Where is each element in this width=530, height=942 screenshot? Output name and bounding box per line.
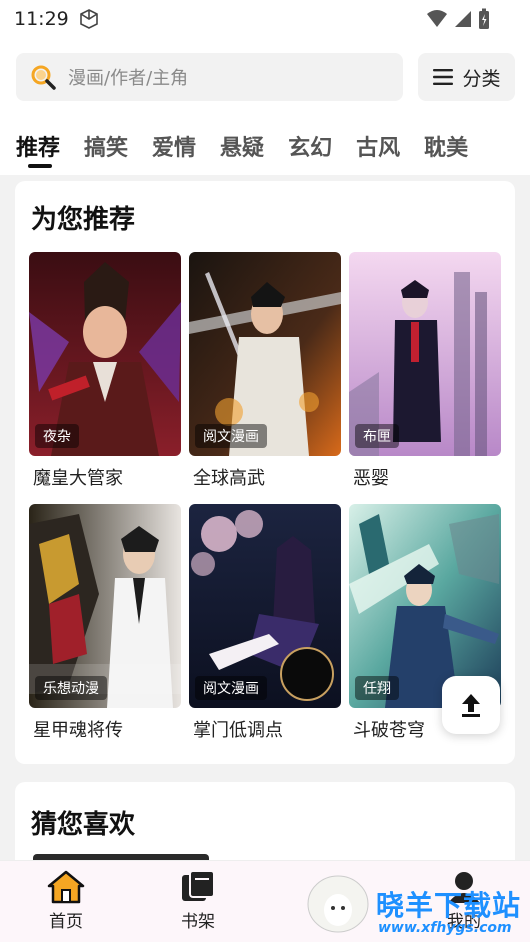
comic-cover: 阅文漫画 bbox=[189, 504, 341, 708]
nav-bookshelf-label: 书架 bbox=[181, 912, 215, 932]
comic-title: 斗破苍穹 bbox=[353, 720, 425, 741]
publisher-badge: 阅文漫画 bbox=[195, 676, 267, 700]
publisher-badge: 任翔 bbox=[355, 676, 399, 700]
comic-title: 掌门低调点 bbox=[193, 720, 283, 741]
tab-recommend[interactable]: 推荐 bbox=[16, 130, 60, 170]
publisher-badge: 乐想动漫 bbox=[35, 676, 107, 700]
comic-title: 恶婴 bbox=[353, 468, 389, 489]
tab-ancient[interactable]: 古风 bbox=[356, 130, 400, 170]
battery-icon bbox=[479, 8, 489, 29]
category-label: 分类 bbox=[462, 67, 501, 90]
sheep-logo-icon bbox=[307, 875, 369, 933]
search-placeholder: 漫画/作者/主角 bbox=[68, 68, 189, 89]
comic-cover: 夜杂 bbox=[29, 252, 181, 456]
status-time: 11:29 bbox=[14, 8, 69, 30]
tab-funny[interactable]: 搞笑 bbox=[84, 130, 128, 170]
tab-mystery[interactable]: 悬疑 bbox=[220, 130, 264, 170]
status-icons bbox=[426, 8, 490, 30]
bookshelf-icon bbox=[182, 870, 215, 901]
tab-romance[interactable]: 爱情 bbox=[152, 130, 196, 170]
comic-title: 星甲魂将传 bbox=[33, 720, 123, 741]
publisher-badge: 布匣 bbox=[355, 424, 399, 448]
nav-home[interactable]: 首页 bbox=[26, 869, 106, 932]
comic-cover: 乐想动漫 bbox=[29, 504, 181, 708]
search-input[interactable]: 漫画/作者/主角 bbox=[16, 53, 403, 101]
section-title: 为您推荐 bbox=[31, 205, 136, 235]
home-icon bbox=[47, 870, 85, 904]
category-button[interactable]: 分类 bbox=[418, 53, 515, 101]
wifi-icon bbox=[427, 10, 447, 27]
comic-title: 全球高武 bbox=[193, 468, 265, 489]
watermark-url: www.xfhygs.com bbox=[378, 920, 512, 936]
nav-bookshelf[interactable]: 书架 bbox=[158, 869, 238, 932]
category-tabs: 推荐 搞笑 爱情 悬疑 玄幻 古风 耽美 bbox=[16, 130, 468, 170]
comic-cover: 阅文漫画 bbox=[189, 252, 341, 456]
search-icon bbox=[31, 65, 56, 90]
tab-bl[interactable]: 耽美 bbox=[424, 130, 468, 170]
nav-home-label: 首页 bbox=[49, 912, 83, 932]
tab-fantasy[interactable]: 玄幻 bbox=[288, 130, 332, 170]
watermark: 晓羊下载站 www.xfhygs.com bbox=[300, 868, 530, 938]
comic-cover: 布匣 bbox=[349, 252, 501, 456]
publisher-badge: 阅文漫画 bbox=[195, 424, 267, 448]
section-title: 猜您喜欢 bbox=[31, 810, 136, 840]
signal-icon bbox=[455, 11, 471, 27]
cube-icon bbox=[79, 9, 98, 29]
publisher-badge: 夜杂 bbox=[35, 424, 79, 448]
menu-icon bbox=[433, 69, 454, 85]
recommend-section: 为您推荐 夜杂 魔皇大管家 阅文漫画 全球高武 布匣 恶婴 乐想动漫 星甲魂将传… bbox=[15, 181, 515, 764]
comic-title: 魔皇大管家 bbox=[33, 468, 123, 489]
back-to-top-button[interactable] bbox=[442, 676, 500, 734]
upload-icon bbox=[462, 694, 480, 717]
watermark-text: 晓羊下载站 bbox=[376, 889, 522, 922]
status-bar: 11:29 bbox=[0, 0, 530, 38]
